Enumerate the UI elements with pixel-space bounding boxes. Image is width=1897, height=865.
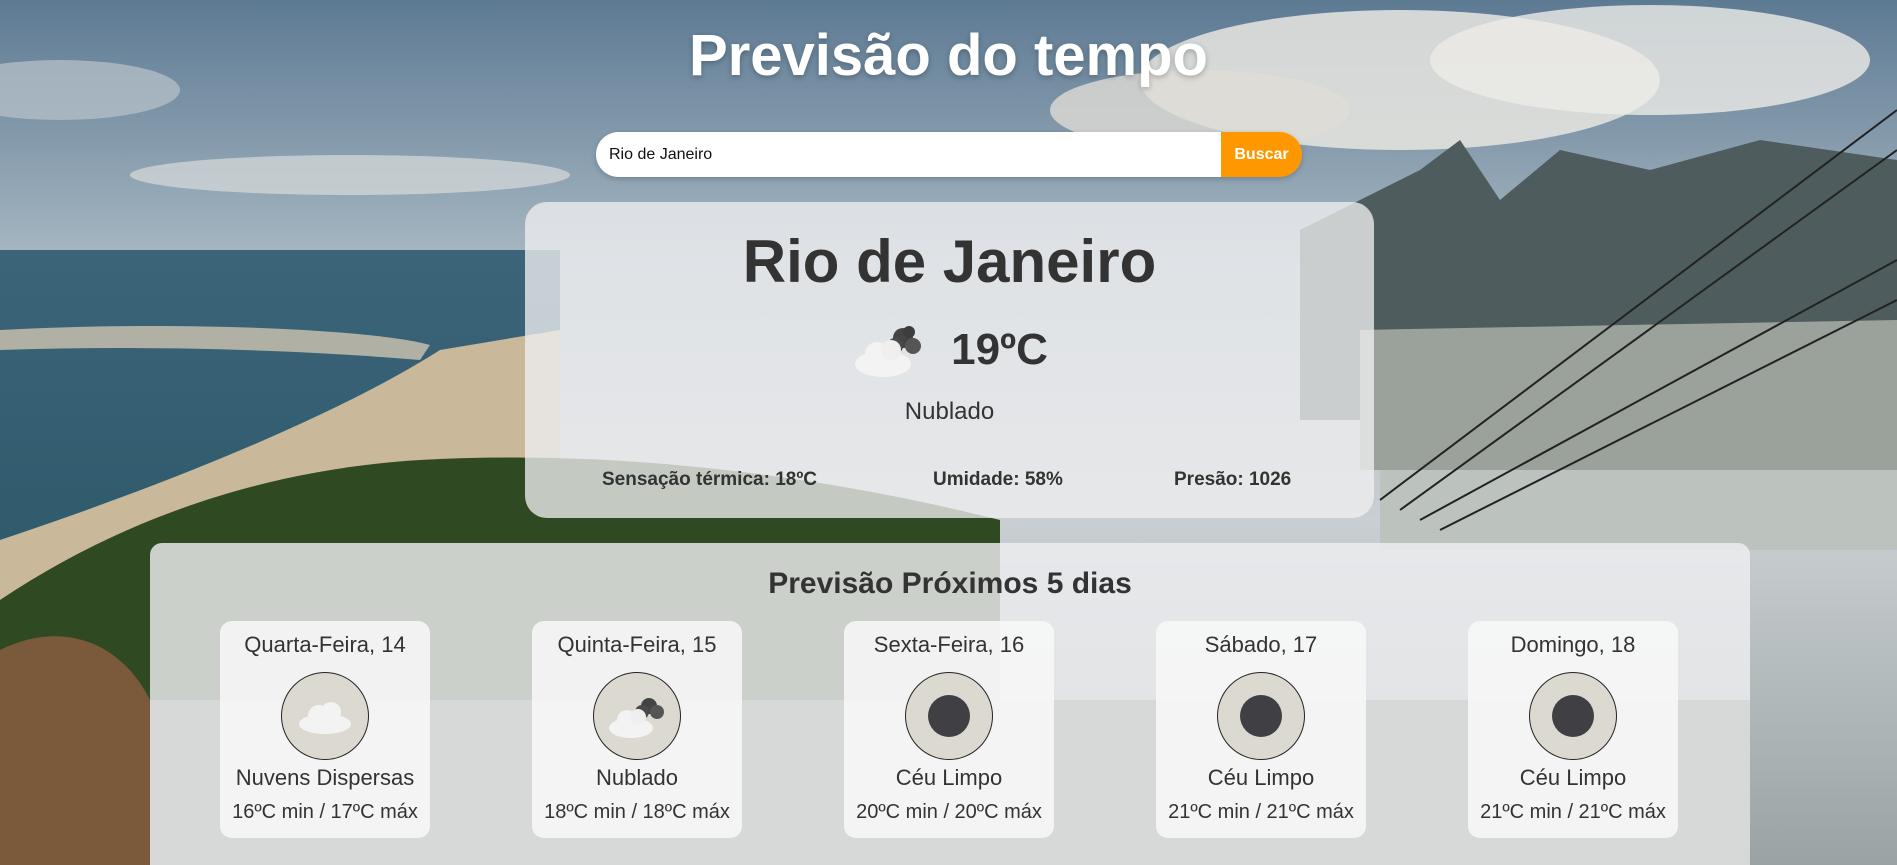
day-title: Quarta-Feira, 14	[244, 632, 406, 657]
humidity: Umidade: 58%	[933, 469, 1063, 490]
day-temp-range: 18ºC min / 18ºC máx	[544, 801, 730, 823]
day-title: Sábado, 17	[1204, 632, 1318, 657]
clear-sky-icon	[905, 672, 993, 760]
day-temp-range: 20ºC min / 20ºC máx	[856, 801, 1042, 823]
day-description: Nublado	[596, 765, 678, 790]
current-temp-row: 19ºC	[525, 320, 1374, 380]
day-description: Céu Limpo	[895, 765, 1003, 790]
day-title: Domingo, 18	[1510, 632, 1636, 657]
forecast-day: Sábado, 17 Céu Limpo 21ºC min / 21ºC máx	[1156, 621, 1366, 838]
forecast-day: Domingo, 18 Céu Limpo 21ºC min / 21ºC má…	[1468, 621, 1678, 838]
search-bar: Buscar	[596, 132, 1302, 177]
forecast-day: Quarta-Feira, 14 Nuvens Dispersas 16ºC m…	[220, 621, 430, 838]
day-description: Céu Limpo	[1519, 765, 1627, 790]
day-temp-range: 21ºC min / 21ºC máx	[1168, 801, 1354, 823]
forecast-title: Previsão Próximos 5 dias	[768, 567, 1132, 600]
current-temp: 19ºC	[951, 325, 1048, 374]
forecast-card: Previsão Próximos 5 dias Quarta-Feira, 1…	[150, 543, 1750, 865]
day-description: Céu Limpo	[1207, 765, 1315, 790]
broken-clouds-icon	[593, 672, 681, 760]
day-description: Nuvens Dispersas	[235, 765, 415, 790]
clear-sky-icon	[1529, 672, 1617, 760]
feels-like: Sensação térmica: 18ºC	[602, 469, 817, 490]
pressure: Presão: 1026	[1174, 469, 1292, 490]
forecast-day: Quinta-Feira, 15 Nublado 18ºC min / 18ºC…	[532, 621, 742, 838]
day-temp-range: 21ºC min / 21ºC máx	[1480, 801, 1666, 823]
broken-clouds-icon	[855, 326, 922, 377]
clear-sky-icon	[1217, 672, 1305, 760]
search-input[interactable]	[596, 132, 1221, 177]
day-temp-range: 16ºC min / 17ºC máx	[232, 801, 418, 823]
search-button[interactable]: Buscar	[1221, 132, 1302, 177]
city-name: Rio de Janeiro	[742, 228, 1157, 295]
current-description: Nublado	[904, 398, 995, 425]
forecast-day: Sexta-Feira, 16 Céu Limpo 20ºC min / 20º…	[844, 621, 1054, 838]
day-title: Sexta-Feira, 16	[873, 632, 1025, 657]
day-title: Quinta-Feira, 15	[557, 632, 717, 657]
scattered-clouds-icon	[281, 672, 369, 760]
current-weather-card: Rio de Janeiro 19ºC Nublado Sensação tér…	[525, 202, 1374, 518]
page-title: Previsão do tempo	[689, 23, 1208, 88]
